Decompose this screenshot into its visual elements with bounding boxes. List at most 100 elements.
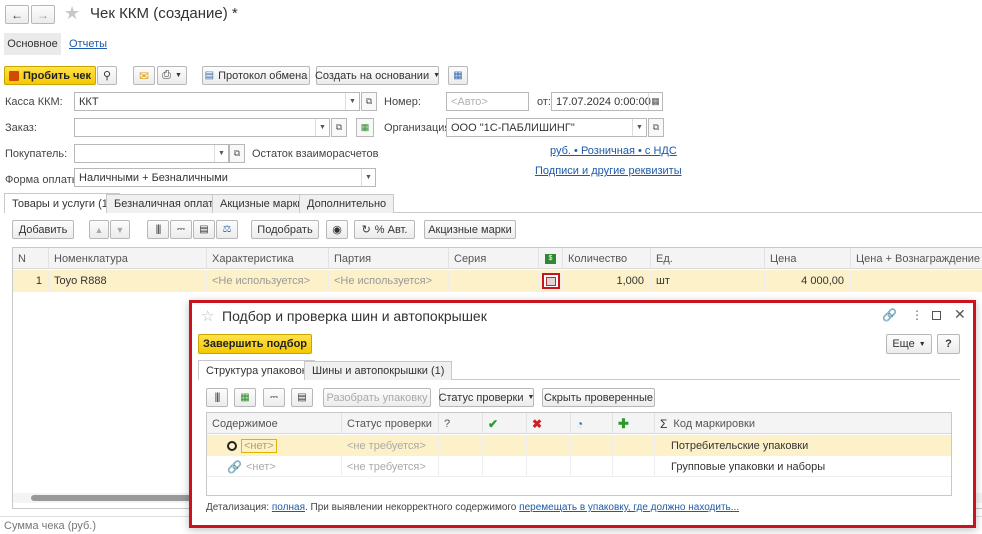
col-series[interactable]: Серия xyxy=(449,248,539,269)
col-pending[interactable]: ◔ xyxy=(571,413,613,434)
cell-err xyxy=(527,435,571,456)
help-button[interactable]: ? xyxy=(937,334,960,354)
print-button[interactable]: ⎙ ▼ xyxy=(157,66,187,85)
nav-tab-main[interactable]: Основное xyxy=(4,33,61,55)
chevron-down-icon[interactable]: ▼ xyxy=(345,93,359,110)
col-batch[interactable]: Партия xyxy=(329,248,449,269)
col-content[interactable]: Содержимое xyxy=(207,413,342,434)
payment-label: Форма оплаты: xyxy=(5,174,83,186)
col-characteristic[interactable]: Характеристика xyxy=(207,248,329,269)
barcode-button[interactable]: ||| xyxy=(147,220,169,239)
marking-check-icon[interactable] xyxy=(541,273,560,289)
create-based-button[interactable]: Создать на основании ▼ xyxy=(315,66,440,85)
tab-goods[interactable]: Товары и услуги (1) xyxy=(4,193,120,213)
chevron-down-icon[interactable]: ▼ xyxy=(632,119,646,136)
percent-auto-button[interactable]: ↻ % Авт. xyxy=(354,220,415,239)
signatures-link[interactable]: Подписи и другие реквизиты xyxy=(535,165,682,177)
close-icon[interactable]: ✕ xyxy=(954,306,966,323)
org-open-button[interactable]: ⧉ xyxy=(648,118,664,137)
move-link[interactable]: перемещать в упаковку, где должно находи… xyxy=(519,502,739,513)
order-open-button[interactable]: ⧉ xyxy=(331,118,347,137)
tab-additional[interactable]: Дополнительно xyxy=(299,194,395,213)
data-collection-button[interactable]: ⎓ xyxy=(170,220,192,239)
move-up-button[interactable]: ▲ xyxy=(89,220,109,239)
hide-checked-button[interactable]: Скрыть проверенные xyxy=(542,388,655,407)
add-button[interactable]: Добавить xyxy=(12,220,74,239)
plus-icon: ✚ xyxy=(618,415,629,431)
tab-cashless[interactable]: Безналичная оплата xyxy=(106,194,228,213)
col-n[interactable]: N xyxy=(13,248,49,269)
structure-button[interactable]: ▦ xyxy=(448,66,468,85)
terminal-button[interactable]: ▤ xyxy=(193,220,215,239)
order-create-button[interactable]: ▦ xyxy=(356,118,374,137)
col-price-reward[interactable]: Цена + Вознаграждение xyxy=(851,248,982,269)
kassa-open-button[interactable]: ⧉ xyxy=(361,92,377,111)
col-item[interactable]: Номенклатура xyxy=(49,248,207,269)
col-added[interactable]: ✚ xyxy=(613,413,655,434)
tab-package-structure[interactable]: Структура упаковок xyxy=(198,360,315,380)
forward-button[interactable]: → xyxy=(31,5,55,24)
maximize-icon[interactable] xyxy=(932,311,941,320)
col-price[interactable]: Цена xyxy=(765,248,851,269)
back-button[interactable]: ← xyxy=(5,5,29,24)
date-field[interactable]: 17.07.2024 0:00:00 ▦ xyxy=(551,92,663,111)
disassemble-package-button[interactable]: Разобрать упаковку xyxy=(323,388,431,407)
col-quantity[interactable]: Количество xyxy=(563,248,651,269)
star-icon[interactable]: ★ xyxy=(64,3,80,24)
detail-link[interactable]: полная xyxy=(272,502,305,513)
cell-code: Групповые упаковки и наборы xyxy=(655,456,951,477)
chevron-down-icon[interactable]: ▼ xyxy=(315,119,329,136)
cell-code: Потребительские упаковки xyxy=(655,435,951,456)
col-question[interactable]: ? xyxy=(439,413,483,434)
table-row[interactable]: 1 Toyo R888 <Не используется> <Не исполь… xyxy=(13,270,982,292)
tab-excise[interactable]: Акцизные марки xyxy=(212,194,312,213)
dialog-title: Подбор и проверка шин и автопокрышек xyxy=(222,308,487,324)
dlg-excel-button[interactable]: ▦ xyxy=(234,388,256,407)
more-button[interactable]: Еще ▼ xyxy=(886,334,932,354)
search-button[interactable]: ⚲ xyxy=(97,66,117,85)
check-status-button[interactable]: Статус проверки ▼ xyxy=(439,388,534,407)
col-unit[interactable]: Ед. xyxy=(651,248,765,269)
chevron-down-icon: ▼ xyxy=(527,394,535,401)
print-check-button[interactable]: Пробить чек xyxy=(4,66,96,85)
star-outline-icon[interactable]: ☆ xyxy=(201,307,214,325)
more-vertical-icon[interactable]: ⋮ xyxy=(911,308,923,322)
dlg-scanner-button[interactable]: ⎓ xyxy=(263,388,285,407)
chevron-down-icon[interactable]: ▼ xyxy=(361,169,375,186)
tab-tires[interactable]: Шины и автопокрышки (1) xyxy=(304,361,453,380)
dlg-barcode-button[interactable]: ||| xyxy=(206,388,228,407)
excise-marks-button[interactable]: Акцизные марки xyxy=(424,220,516,239)
scales-button[interactable]: ⚖ xyxy=(216,220,238,239)
number-label: Номер: xyxy=(384,96,421,108)
cell-mark[interactable] xyxy=(539,270,563,292)
scrollbar-thumb[interactable] xyxy=(31,495,191,501)
col-marking-code[interactable]: Σ Код маркировки xyxy=(655,413,951,434)
calendar-icon[interactable]: ▦ xyxy=(648,93,662,110)
col-checked[interactable]: ✔ xyxy=(483,413,527,434)
nav-tab-reports[interactable]: Отчеты xyxy=(69,38,107,50)
buyer-field[interactable]: ▼ xyxy=(74,144,229,163)
link-icon[interactable]: 🔗 xyxy=(882,308,897,322)
buyer-open-button[interactable]: ⧉ xyxy=(229,144,245,163)
col-rejected[interactable]: ✖ xyxy=(527,413,571,434)
move-down-button[interactable]: ▼ xyxy=(110,220,130,239)
select-button[interactable]: Подобрать xyxy=(251,220,319,239)
terminal-icon: ▤ xyxy=(199,224,209,235)
number-field[interactable]: <Авто> xyxy=(446,92,529,111)
kassa-field[interactable]: ККТ ▼ xyxy=(74,92,360,111)
payment-field[interactable]: Наличными + Безналичными ▼ xyxy=(74,168,376,187)
finish-selection-button[interactable]: Завершить подбор xyxy=(198,334,312,354)
dlg-terminal-button[interactable]: ▤ xyxy=(291,388,313,407)
org-field[interactable]: ООО "1С-ПАБЛИШИНГ" ▼ xyxy=(446,118,647,137)
table-row[interactable]: <нет> <не требуется> Потребительские упа… xyxy=(207,435,951,456)
chevron-down-icon[interactable]: ▼ xyxy=(214,145,228,162)
email-button[interactable]: ✉ xyxy=(133,66,155,85)
footer-text: . При выявлении некорректного содержимог… xyxy=(304,502,517,513)
col-mark[interactable]: $ xyxy=(539,248,563,269)
view-button[interactable]: ◉ xyxy=(326,220,348,239)
col-check-status[interactable]: Статус проверки xyxy=(342,413,439,434)
exchange-log-button[interactable]: ▤ Протокол обмена xyxy=(202,66,310,85)
order-field[interactable]: ▼ xyxy=(74,118,330,137)
table-row[interactable]: 🔗 <нет> <не требуется> Групповые упаковк… xyxy=(207,456,951,477)
price-type-link[interactable]: руб. • Розничная • с НДС xyxy=(550,145,677,157)
